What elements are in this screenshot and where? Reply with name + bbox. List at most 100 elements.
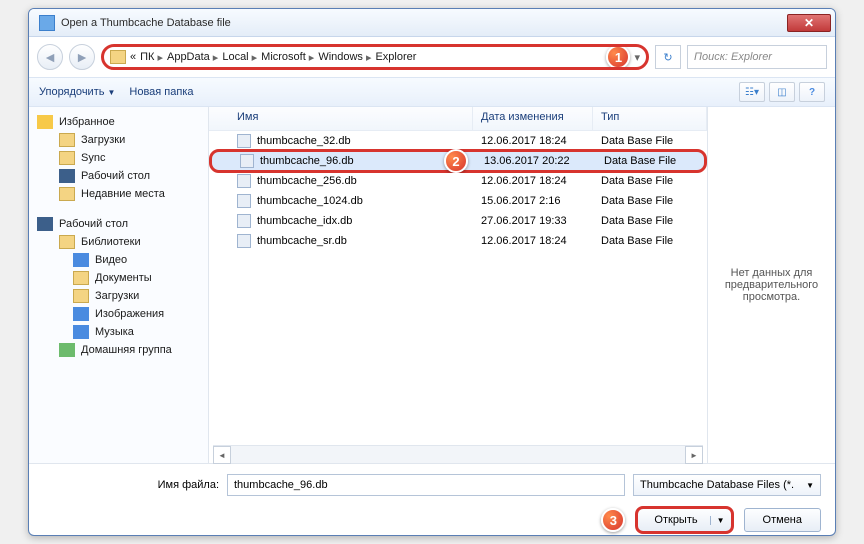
file-name: thumbcache_32.db [257, 135, 351, 147]
cancel-button[interactable]: Отмена [744, 508, 821, 532]
file-row[interactable]: thumbcache_1024.db 15.06.2017 2:16Data Ba… [209, 191, 707, 211]
callout-2: 2 [444, 149, 468, 173]
filename-label: Имя файла: [43, 479, 219, 491]
breadcrumb: Windows▸ [318, 51, 371, 64]
documents-icon [73, 271, 89, 285]
help-button[interactable]: ? [799, 82, 825, 102]
file-icon [237, 174, 251, 188]
file-row[interactable]: thumbcache_32.db 12.06.2017 18:24Data Bas… [209, 131, 707, 151]
nav-music[interactable]: Музыка [29, 323, 208, 341]
file-date: 12.06.2017 18:24 [473, 235, 593, 247]
folder-icon [73, 289, 89, 303]
callout-3: 3 [601, 508, 625, 532]
star-icon [37, 115, 53, 129]
callout-1: 1 [606, 45, 630, 69]
nav-row: ◄ ► « ПК▸ AppData▸ Local▸ Microsoft▸ Win… [29, 37, 835, 77]
back-button[interactable]: ◄ [37, 44, 63, 70]
nav-homegroup[interactable]: Домашняя группа [29, 341, 208, 359]
file-name: thumbcache_sr.db [257, 235, 347, 247]
file-date: 13.06.2017 20:22 [476, 155, 596, 167]
nav-desktop-root[interactable]: Рабочий стол [29, 215, 208, 233]
toolbar: Упорядочить▼ Новая папка ☷▾ ◫ ? [29, 77, 835, 107]
breadcrumb: Explorer [375, 51, 416, 63]
breadcrumb: ПК▸ [140, 51, 163, 64]
folder-icon [110, 50, 126, 64]
horizontal-scrollbar[interactable] [213, 445, 703, 463]
file-row[interactable]: thumbcache_256.db 12.06.2017 18:24Data Ba… [209, 171, 707, 191]
folder-icon [59, 151, 75, 165]
col-date[interactable]: Дата изменения [473, 107, 593, 130]
breadcrumb: AppData▸ [167, 51, 218, 64]
view-mode-button[interactable]: ☷▾ [739, 82, 765, 102]
file-icon [237, 134, 251, 148]
filename-input[interactable] [227, 474, 625, 496]
nav-downloads[interactable]: Загрузки [29, 131, 208, 149]
list-header[interactable]: Имя Дата изменения Тип [209, 107, 707, 131]
file-name: thumbcache_idx.db [257, 215, 352, 227]
desktop-icon [59, 169, 75, 183]
file-type: Data Base File [593, 195, 707, 207]
homegroup-icon [59, 343, 75, 357]
file-type: Data Base File [593, 235, 707, 247]
breadcrumb-prefix: « [130, 51, 136, 63]
file-icon [237, 214, 251, 228]
file-date: 27.06.2017 19:33 [473, 215, 593, 227]
file-type: Data Base File [596, 155, 704, 167]
file-list: Имя Дата изменения Тип thumbcache_32.db 1… [209, 107, 707, 463]
file-name: thumbcache_256.db [257, 175, 357, 187]
folder-icon [59, 133, 75, 147]
file-row[interactable]: thumbcache_idx.db 27.06.2017 19:33Data Ba… [209, 211, 707, 231]
file-row[interactable]: thumbcache_sr.db 12.06.2017 18:24Data Bas… [209, 231, 707, 251]
pictures-icon [73, 307, 89, 321]
file-name: thumbcache_1024.db [257, 195, 363, 207]
libraries-icon [59, 235, 75, 249]
nav-documents[interactable]: Документы [29, 269, 208, 287]
close-button[interactable]: ✕ [787, 14, 831, 32]
preview-text: Нет данных для предварительного просмотр… [718, 267, 825, 303]
nav-libraries[interactable]: Библиотеки [29, 233, 208, 251]
file-date: 15.06.2017 2:16 [473, 195, 593, 207]
recent-icon [59, 187, 75, 201]
nav-recent[interactable]: Недавние места [29, 185, 208, 203]
address-bar[interactable]: « ПК▸ AppData▸ Local▸ Microsoft▸ Windows… [101, 44, 649, 70]
col-name[interactable]: Имя [209, 107, 473, 130]
file-row[interactable]: thumbcache_96.db 2 13.06.2017 20:22Data Ba… [209, 149, 707, 173]
video-icon [73, 253, 89, 267]
window-title: Open a Thumbcache Database file [61, 17, 787, 29]
nav-pictures[interactable]: Изображения [29, 305, 208, 323]
nav-tree[interactable]: Избранное Загрузки Sync Рабочий стол Нед… [29, 107, 209, 463]
music-icon [73, 325, 89, 339]
footer: Имя файла: Thumbcache Database Files (*.… [29, 463, 835, 536]
chevron-down-icon[interactable]: ▾ [634, 51, 640, 64]
nav-desktop[interactable]: Рабочий стол [29, 167, 208, 185]
preview-pane: Нет данных для предварительного просмотр… [707, 107, 835, 463]
file-type: Data Base File [593, 175, 707, 187]
new-folder-button[interactable]: Новая папка [129, 86, 193, 98]
col-type[interactable]: Тип [593, 107, 707, 130]
search-input[interactable]: Поиск: Explorer [687, 45, 827, 69]
nav-video[interactable]: Видео [29, 251, 208, 269]
file-type: Data Base File [593, 215, 707, 227]
file-icon [240, 154, 254, 168]
file-name: thumbcache_96.db [260, 155, 354, 167]
file-date: 12.06.2017 18:24 [473, 175, 593, 187]
nav-sync[interactable]: Sync [29, 149, 208, 167]
nav-favorites[interactable]: Избранное [29, 113, 208, 131]
open-file-dialog: Open a Thumbcache Database file ✕ ◄ ► « … [28, 8, 836, 536]
file-date: 12.06.2017 18:24 [473, 135, 593, 147]
refresh-button[interactable]: ↻ [655, 45, 681, 69]
preview-toggle-button[interactable]: ◫ [769, 82, 795, 102]
nav-downloads2[interactable]: Загрузки [29, 287, 208, 305]
titlebar[interactable]: Open a Thumbcache Database file ✕ [29, 9, 835, 37]
app-icon [39, 15, 55, 31]
file-icon [237, 194, 251, 208]
file-icon [237, 234, 251, 248]
file-type: Data Base File [593, 135, 707, 147]
breadcrumb: Microsoft▸ [261, 51, 314, 64]
desktop-icon [37, 217, 53, 231]
breadcrumb: Local▸ [222, 51, 257, 64]
open-button[interactable]: Открыть▼ [635, 506, 733, 534]
organize-menu[interactable]: Упорядочить▼ [39, 86, 115, 98]
forward-button[interactable]: ► [69, 44, 95, 70]
file-type-filter[interactable]: Thumbcache Database Files (*.▼ [633, 474, 821, 496]
